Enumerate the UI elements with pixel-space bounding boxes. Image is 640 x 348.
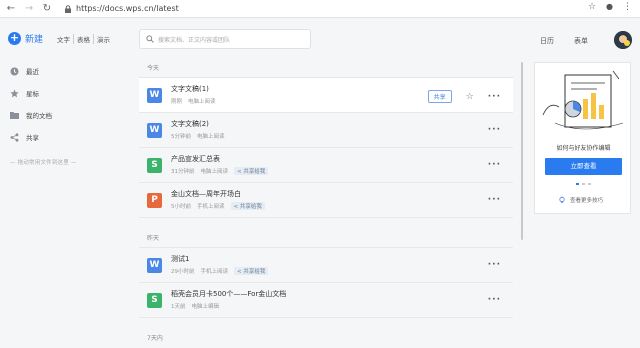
sidebar-item-label: 我的文档: [26, 112, 52, 120]
carousel-dots[interactable]: [576, 183, 591, 185]
share-button[interactable]: 共享: [427, 90, 452, 103]
file-row[interactable]: W 测试1 29小时前 手机上阅读 < 共享给我 ···: [139, 248, 513, 283]
promo-title: 如何与好友协作编辑: [556, 145, 611, 152]
more-options-icon[interactable]: ···: [488, 160, 501, 170]
file-list: 今天 W 文字文稿(1) 刚刚 电脑上阅读 共享 ☆ ··· W 文字文稿(2) …: [139, 60, 513, 348]
more-tips-link[interactable]: 查看更多技巧: [558, 196, 603, 204]
app-header: + 新建 文字 表格 演示 搜索文档、正文内容或团队 日历 表单: [0, 18, 640, 60]
new-label: 新建: [25, 35, 44, 45]
presentation-file-icon: P: [147, 192, 162, 208]
file-time: 29小时前: [171, 269, 195, 275]
shared-badge: < 共享给我: [230, 202, 265, 210]
sidebar-item-label: 最近: [26, 68, 39, 76]
file-name: 文字文稿(2): [171, 120, 209, 128]
lightbulb-icon: [559, 196, 565, 203]
file-device: 手机上阅读: [200, 269, 229, 275]
file-row[interactable]: W 文字文稿(1) 刚刚 电脑上阅读 共享 ☆ ···: [139, 78, 513, 113]
sidebar-drop-hint: — 拖动常用文件到这里 —: [10, 160, 77, 166]
more-options-icon[interactable]: ···: [488, 92, 501, 102]
file-time: 刚刚: [171, 99, 183, 105]
star-icon[interactable]: ☆: [466, 92, 474, 102]
file-name: 产品宣发汇总表: [171, 155, 220, 163]
doc-file-icon: W: [147, 257, 162, 273]
sidebar-item-recent[interactable]: 最近: [0, 60, 120, 82]
file-device: 电脑上编辑: [191, 304, 220, 310]
sheet-file-icon: S: [147, 292, 162, 308]
file-name: 稻壳会员月卡500个——For金山文档: [171, 290, 287, 298]
sidebar-item-shared[interactable]: 共享: [0, 126, 120, 148]
address-bar[interactable]: https://docs.wps.cn/latest: [64, 4, 179, 13]
scrollbar[interactable]: [521, 62, 523, 240]
file-device: 手机上阅读: [197, 204, 225, 210]
more-options-icon[interactable]: ···: [488, 195, 501, 205]
avatar[interactable]: [614, 31, 632, 49]
view-now-button[interactable]: 立即查看: [545, 158, 622, 175]
new-slide-link[interactable]: 演示: [93, 34, 113, 44]
file-name: 文字文稿(1): [171, 85, 209, 93]
more-options-icon[interactable]: ···: [488, 295, 501, 305]
sheet-file-icon: S: [147, 157, 162, 173]
file-row[interactable]: P 金山文档—周年开场白 5小时前 手机上阅读 < 共享给我 ···: [139, 183, 513, 218]
search-input[interactable]: 搜索文档、正文内容或团队: [139, 29, 311, 49]
calendar-link[interactable]: 日历: [540, 36, 554, 46]
sidebar-item-my-docs[interactable]: 我的文档: [0, 104, 120, 126]
shared-badge: < 共享给我: [234, 167, 269, 175]
file-name: 金山文档—周年开场白: [171, 190, 241, 198]
search-placeholder: 搜索文档、正文内容或团队: [158, 36, 231, 44]
sidebar: 最近 星标 我的文档 共享 — 拖动常用文件到这里 —: [0, 60, 120, 166]
new-doc-link[interactable]: 文字: [54, 34, 73, 44]
section-header-week: 7天内: [147, 335, 163, 342]
new-button[interactable]: + 新建: [8, 32, 43, 45]
file-row[interactable]: W 文字文稿(2) 5分钟前 电脑上阅读 ···: [139, 113, 513, 148]
shared-badge: < 共享给我: [234, 267, 269, 275]
promo-card: 如何与好友协作编辑 立即查看: [534, 62, 631, 214]
sidebar-item-starred[interactable]: 星标: [0, 82, 120, 104]
star-icon: [10, 88, 19, 97]
sidebar-item-label: 星标: [26, 90, 39, 98]
search-icon: [146, 35, 154, 43]
collaboration-illustration-icon: [542, 70, 624, 130]
sidebar-item-label: 共享: [26, 134, 39, 142]
doc-file-icon: W: [147, 87, 162, 103]
section-header-today: 今天: [139, 60, 513, 78]
profile-icon[interactable]: ●: [606, 2, 613, 12]
menu-icon[interactable]: ⋮: [623, 2, 632, 12]
file-device: 电脑上阅读: [197, 134, 225, 140]
section-header-yesterday: 昨天: [139, 230, 513, 248]
bookmark-star-icon[interactable]: ☆: [588, 2, 596, 12]
share-icon: [10, 132, 19, 142]
browser-toolbar: ← → ↻ https://docs.wps.cn/latest ☆ ● ⋮: [0, 0, 640, 18]
back-icon[interactable]: ←: [4, 2, 18, 16]
more-options-icon[interactable]: ···: [488, 260, 501, 270]
folder-icon: [10, 112, 19, 119]
file-time: 31分钟前: [171, 169, 195, 175]
file-row[interactable]: S 产品宣发汇总表 31分钟前 电脑上阅读 < 共享给我 ···: [139, 148, 513, 183]
plus-icon: +: [8, 31, 21, 45]
file-row[interactable]: S 稻壳会员月卡500个——For金山文档 1天前 电脑上编辑 ···: [139, 283, 513, 318]
forward-icon[interactable]: →: [22, 2, 36, 16]
new-sheet-link[interactable]: 表格: [73, 34, 93, 44]
url-text: https://docs.wps.cn/latest: [76, 4, 179, 13]
clock-icon: [10, 67, 19, 75]
doc-file-icon: W: [147, 122, 162, 138]
more-options-icon[interactable]: ···: [488, 125, 501, 135]
file-time: 1天前: [171, 304, 186, 310]
new-type-links: 文字 表格 演示: [54, 34, 113, 44]
file-time: 5小时前: [171, 204, 191, 210]
forms-link[interactable]: 表单: [574, 36, 588, 46]
reload-icon[interactable]: ↻: [40, 2, 54, 16]
file-device: 电脑上阅读: [188, 99, 216, 105]
file-name: 测试1: [171, 255, 190, 263]
file-time: 5分钟前: [171, 134, 191, 140]
lock-icon: [65, 4, 71, 13]
file-device: 电脑上阅读: [200, 169, 229, 175]
